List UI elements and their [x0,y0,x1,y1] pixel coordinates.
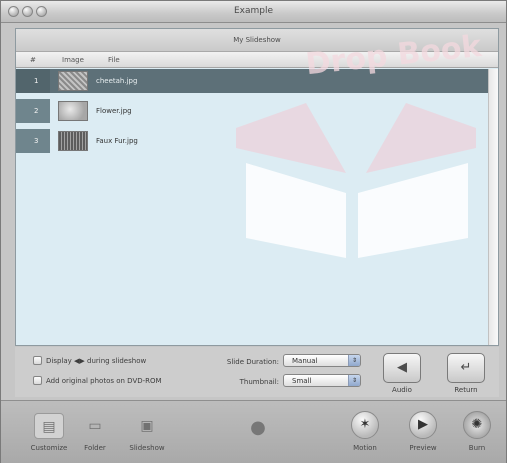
add-originals-option[interactable]: Add original photos on DVD-ROM [33,376,162,385]
folder-icon: ▭ [88,418,102,434]
thumbnail-image [58,71,88,91]
motion-label: Motion [353,444,377,452]
burn-label: Burn [468,444,486,452]
folder-label: Folder [84,444,106,452]
title-bar: Example [1,1,506,23]
column-header-file[interactable]: File [108,56,120,64]
preview-label: Preview [409,444,437,452]
table-row[interactable]: 1 cheetah.jpg [16,69,498,93]
row-number: 1 [34,77,39,85]
apple-logo: ● [243,415,273,446]
running-man-icon: ✶ [351,411,379,439]
audio-button[interactable]: ◀ [383,353,421,383]
popup-arrows-icon: ⇕ [348,355,360,366]
display-arrows-checkbox[interactable] [33,356,42,365]
add-originals-checkbox[interactable] [33,376,42,385]
burn-disc-icon: ✺ [463,411,491,439]
slide-duration-value: Manual [292,357,318,365]
customize-button[interactable]: ▤ Customize [27,413,71,452]
file-name: Faux Fur.jpg [96,137,138,145]
thumbnail-popup[interactable]: Small ⇕ [283,374,361,387]
display-arrows-label: Display ◀▶ during slideshow [46,356,147,365]
table-row[interactable]: 3 Faux Fur.jpg [16,129,498,153]
window-title: Example [233,6,274,16]
thumbnail-image [58,131,88,151]
slide-duration-popup[interactable]: Manual ⇕ [283,354,361,367]
slideshow-title: My Slideshow [16,29,498,52]
file-name: cheetah.jpg [96,77,138,85]
column-header-image[interactable]: Image [62,56,84,64]
thumbnail-label: Thumbnail: [239,378,279,386]
column-header: # Image File [16,52,498,68]
preview-button[interactable]: ▶ Preview [401,411,445,452]
slideshow-settings: Display ◀▶ during slideshow Add original… [15,347,499,397]
customize-icon: ▤ [34,413,64,439]
return-arrow-icon: ↵ [460,360,472,375]
thumbnail-value: Small [292,377,312,385]
slideshow-panel: My Slideshow # Image File 1 cheetah.jpg … [15,28,499,346]
row-number-cell [16,129,50,153]
slideshow-icon: ▣ [140,418,154,434]
return-button[interactable]: ↵ [447,353,485,383]
file-name: Flower.jpg [96,107,132,115]
row-number: 2 [34,107,39,115]
row-number: 3 [34,137,39,145]
return-label: Return [454,386,478,394]
column-header-number[interactable]: # [30,56,36,64]
thumbnail-image [58,101,88,121]
customize-label: Customize [30,444,68,452]
bottom-toolbar: ▤ Customize ▭ Folder ▣ Slideshow ● ✶ Mot… [1,400,506,463]
display-arrows-option[interactable]: Display ◀▶ during slideshow [33,356,146,365]
motion-button[interactable]: ✶ Motion [345,411,385,452]
speaker-icon: ◀ [397,360,407,375]
apple-icon: ● [250,417,266,438]
folder-button[interactable]: ▭ Folder [73,413,117,452]
burn-button[interactable]: ✺ Burn [457,411,497,452]
row-number-cell [16,99,50,123]
vertical-scrollbar[interactable] [488,69,498,345]
slideshow-label: Slideshow [129,444,165,452]
row-number-cell [16,69,50,93]
table-row[interactable]: 2 Flower.jpg [16,99,498,123]
slide-duration-label: Slide Duration: [226,358,279,366]
app-window: Example My Slideshow # Image File 1 chee… [0,0,507,463]
slideshow-button[interactable]: ▣ Slideshow [123,413,171,452]
add-originals-label: Add original photos on DVD-ROM [46,376,162,385]
popup-arrows-icon: ⇕ [348,375,360,386]
play-icon: ▶ [409,411,437,439]
audio-label: Audio [392,386,412,394]
